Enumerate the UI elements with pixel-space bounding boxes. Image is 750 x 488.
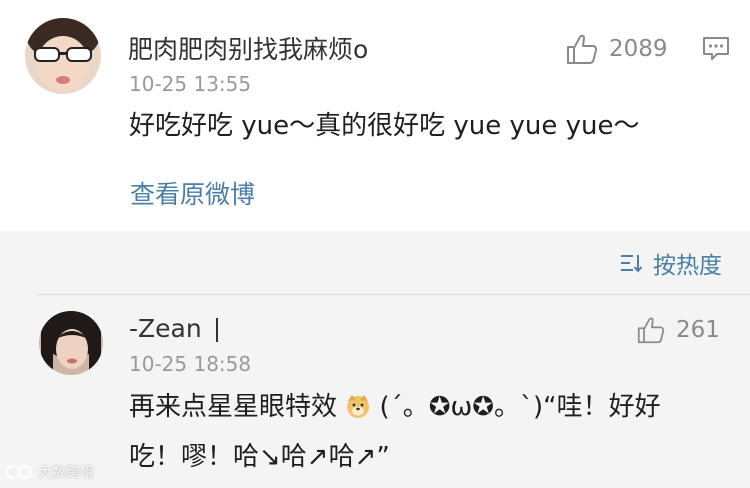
watermark: 大数跨境 — [6, 462, 94, 482]
reply-avatar[interactable] — [39, 311, 103, 375]
watermark-text: 大数跨境 — [38, 465, 94, 481]
reply-text-part-2: (´。✪ω✪。`)“哇！好好 — [379, 392, 661, 422]
sort-by-popularity-button[interactable]: 按热度 — [619, 246, 722, 280]
sort-icon — [621, 255, 643, 273]
sort-label: 按热度 — [653, 253, 722, 279]
reply-like-count: 261 — [676, 317, 720, 343]
timestamp: 10-25 13:55 — [129, 72, 252, 96]
comment-text: 好吃好吃 yue～真的很好吃 yue yue yue～ — [129, 111, 640, 141]
top-comment-card: 肥肉肥肉别找我麻烦o 10-25 13:55 2089 好吃好吃 yue～真的很… — [0, 0, 750, 231]
divider — [36, 294, 750, 295]
reply-text-part-1: 再来点星星眼特效 — [129, 392, 338, 422]
username-cursor — [216, 318, 218, 342]
reply-username[interactable]: -Zean — [129, 314, 202, 343]
avatar[interactable] — [25, 18, 101, 94]
reply-text-line-2: 吃！嘐！哈↘哈↗哈↗” — [129, 442, 390, 472]
reply-like-button[interactable]: 261 — [636, 316, 720, 344]
reply-timestamp: 10-25 18:58 — [129, 352, 252, 376]
reply-text: 再来点星星眼特效 (´。✪ω✪。`)“哇！好好 吃！嘐！哈↘哈↗哈↗” — [129, 384, 709, 480]
username[interactable]: 肥肉肥肉别找我麻烦o — [128, 30, 368, 66]
doge-emoji-icon — [345, 388, 371, 434]
reply-text-line-1: 再来点星星眼特效 (´。✪ω✪。`)“哇！好好 — [129, 384, 709, 434]
thumbs-up-icon — [637, 317, 665, 344]
reply-icon[interactable] — [702, 35, 730, 67]
watermark-logo-icon — [6, 465, 32, 479]
thumbs-up-icon — [567, 34, 598, 64]
like-count: 2089 — [609, 36, 668, 62]
like-button[interactable]: 2089 — [565, 33, 668, 65]
view-original-weibo-link[interactable]: 查看原微博 — [130, 175, 255, 211]
